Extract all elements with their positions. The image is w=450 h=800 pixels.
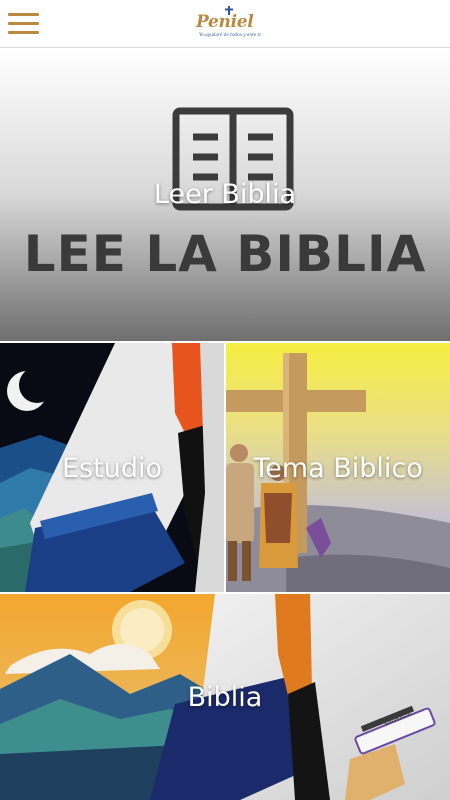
estudio-label: Estudio — [62, 453, 162, 484]
logo-wordmark: Peniel — [196, 12, 254, 32]
top-app-bar: Peniel Yo ayudaré de todos y ante todos — [0, 0, 450, 48]
biblia-tile[interactable]: SAGRADA Biblia — [0, 594, 450, 800]
peniel-logo: Peniel Yo ayudaré de todos y ante todos — [190, 5, 265, 43]
hamburger-menu-icon[interactable] — [8, 10, 40, 38]
biblia-label: Biblia — [187, 682, 263, 713]
leer-biblia-tile[interactable]: LEE LA BIBLIA Leer Biblia — [0, 49, 450, 341]
tema-biblico-tile[interactable]: Tema Biblico — [226, 343, 450, 592]
leer-biblia-label: Leer Biblia — [153, 179, 297, 210]
lee-la-biblia-banner: LEE LA BIBLIA — [23, 225, 427, 283]
estudio-tile[interactable]: Estudio — [0, 343, 224, 592]
tema-biblico-label: Tema Biblico — [253, 453, 423, 484]
logo-tagline: Yo ayudaré de todos y ante todos — [199, 32, 261, 37]
